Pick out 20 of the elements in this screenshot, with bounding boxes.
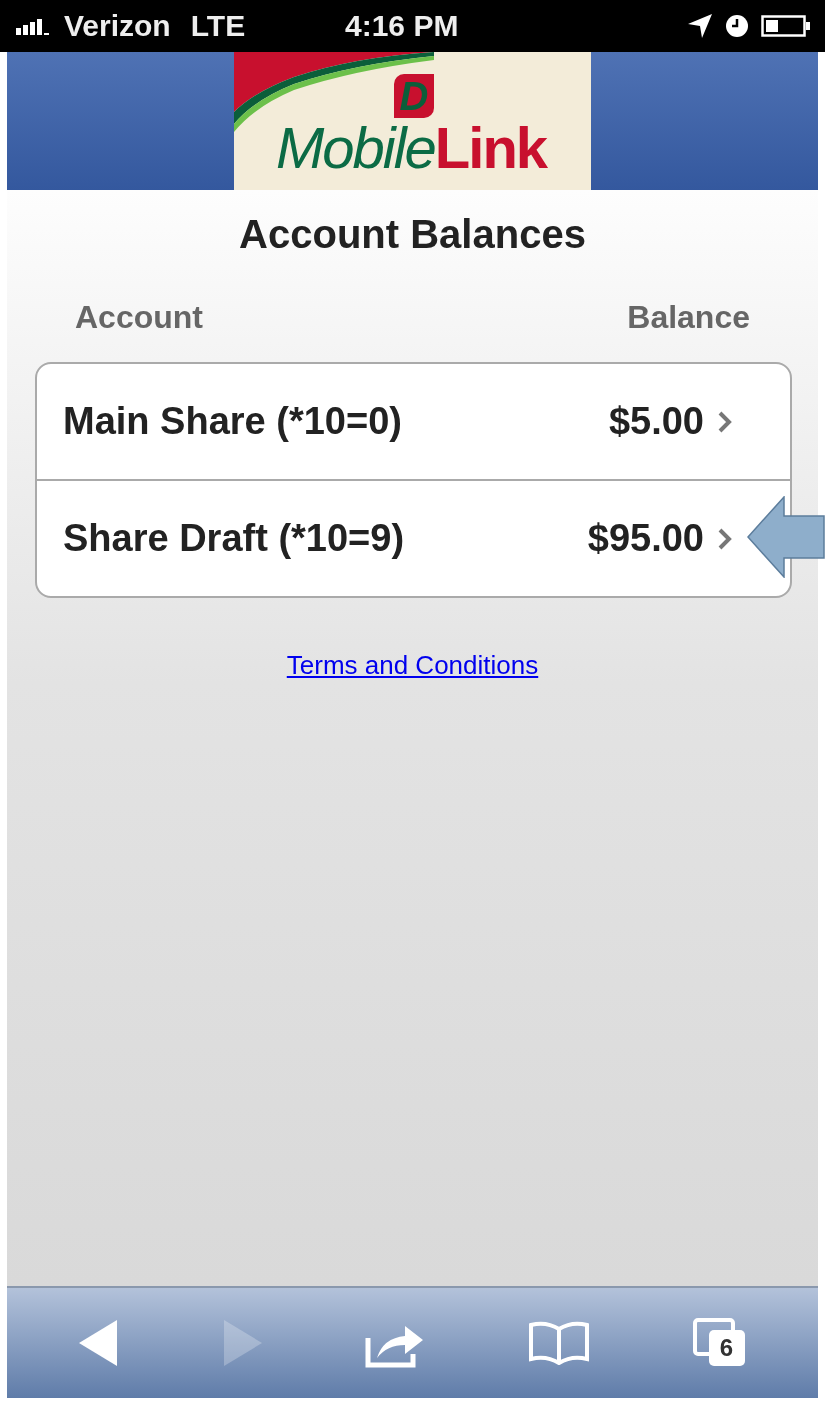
terms-link[interactable]: Terms and Conditions: [286, 650, 539, 680]
chevron-icon: [718, 527, 732, 550]
clock-icon: [725, 14, 749, 38]
carrier-name: Verizon: [64, 9, 171, 43]
chevron-icon: [718, 410, 732, 433]
page-title: Account Balances: [239, 212, 586, 257]
clock-time: 4:16 PM: [345, 9, 459, 43]
back-button[interactable]: [78, 1320, 119, 1366]
account-balance: $5.00: [608, 400, 704, 443]
logo-mark: D: [394, 74, 434, 118]
network-type: LTE: [190, 9, 246, 43]
account-balance: $95.00: [587, 517, 704, 560]
location-icon: [687, 13, 713, 39]
account-row[interactable]: Main Share (*10=0) $5.00: [37, 364, 790, 479]
bookmarks-icon[interactable]: [527, 1321, 590, 1365]
account-name: Main Share (*10=0): [63, 400, 403, 443]
column-header: Balance: [627, 299, 750, 336]
battery-icon: [761, 14, 811, 38]
account-name: Share Draft (*10=9): [63, 517, 406, 560]
column-header: Account: [75, 299, 203, 336]
